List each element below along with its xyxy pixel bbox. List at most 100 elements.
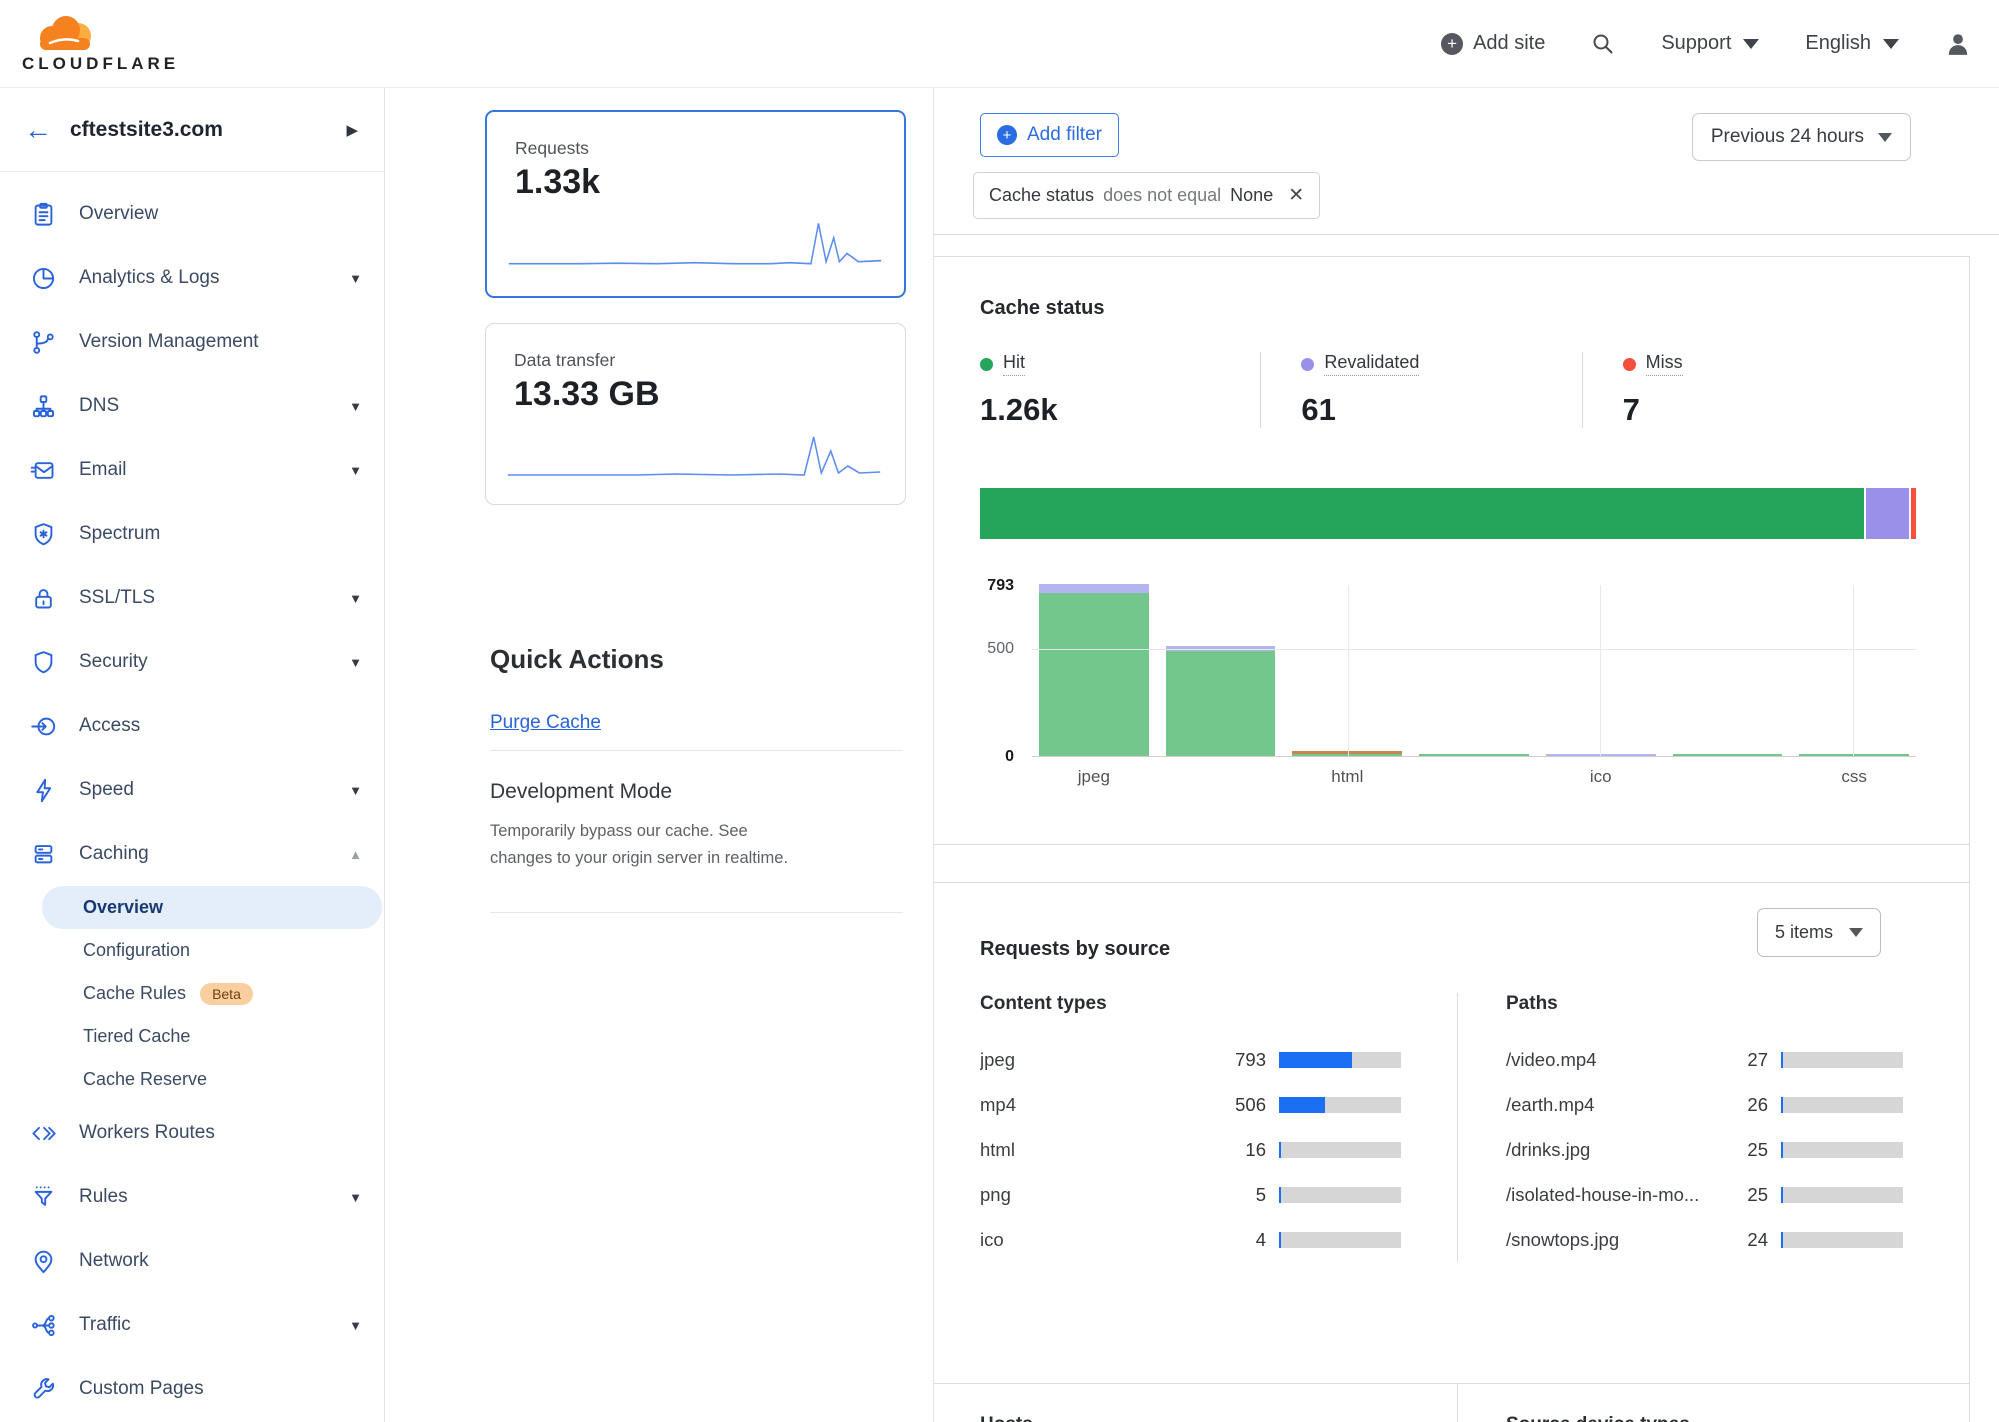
- table-row[interactable]: /video.mp427: [1506, 1037, 1903, 1082]
- bar-css[interactable]: [1799, 754, 1909, 757]
- gridline-vertical: [1600, 585, 1601, 756]
- sidebar-subitem-configuration[interactable]: Configuration: [0, 929, 384, 972]
- chevron-right-icon[interactable]: ▶: [346, 121, 358, 139]
- table-row[interactable]: jpeg793: [980, 1037, 1401, 1082]
- table-row[interactable]: ico4: [980, 1217, 1401, 1262]
- traffic-icon: [30, 1312, 57, 1339]
- clipboard-icon: [30, 201, 57, 228]
- chevron-down-icon: [1743, 39, 1759, 49]
- stacked-segment-revalidated: [1866, 488, 1909, 539]
- language-menu[interactable]: English: [1805, 32, 1899, 55]
- sidebar-item-spectrum[interactable]: Spectrum: [0, 502, 384, 566]
- table-row[interactable]: png5: [980, 1172, 1401, 1217]
- add-filter-button[interactable]: + Add filter: [980, 113, 1119, 157]
- items-count-dropdown[interactable]: 5 items: [1757, 908, 1881, 957]
- dns-icon: [30, 393, 57, 420]
- table-row[interactable]: html16: [980, 1127, 1401, 1172]
- cloudflare-logo[interactable]: CLOUDFLARE: [22, 14, 182, 74]
- table-row[interactable]: /isolated-house-in-mo...25: [1506, 1172, 1903, 1217]
- sidebar-subitem-cache-reserve[interactable]: Cache Reserve: [0, 1058, 384, 1101]
- sidebar-item-dns[interactable]: DNS▼: [0, 374, 384, 438]
- bar-segment-hit: [1166, 651, 1276, 756]
- filter-bar: + Add filter Cache status does not equal…: [934, 88, 1999, 235]
- hit-legend-dot: [980, 358, 993, 371]
- stat-label[interactable]: Hit: [1003, 352, 1025, 376]
- sidebar-item-traffic[interactable]: Traffic▼: [0, 1293, 384, 1357]
- stat-label[interactable]: Miss: [1646, 352, 1683, 376]
- sidebar-subitem-cache-rules[interactable]: Cache RulesBeta: [0, 972, 384, 1015]
- sidebar-item-label: Caching: [79, 843, 349, 865]
- requests-by-source-title: Requests by source: [980, 938, 1170, 961]
- revalidated-legend-dot: [1301, 358, 1314, 371]
- sidebar-item-custom-pages[interactable]: Custom Pages: [0, 1357, 384, 1421]
- caching-icon: [30, 841, 57, 868]
- requests-by-source-card: Requests by source 5 items Content types…: [934, 882, 1969, 1422]
- sidebar-item-workers-routes[interactable]: Workers Routes: [0, 1101, 384, 1165]
- network-icon: [30, 1248, 57, 1275]
- speed-icon: [30, 777, 57, 804]
- filter-chip-cache-status[interactable]: Cache status does not equal None ✕: [973, 172, 1320, 219]
- data-transfer-card-value: 13.33 GB: [514, 375, 905, 414]
- sidebar-subitem-tiered-cache[interactable]: Tiered Cache: [0, 1015, 384, 1058]
- back-arrow-icon[interactable]: ←: [24, 114, 52, 146]
- row-label: jpeg: [980, 1049, 1202, 1071]
- chevron-down-icon: ▼: [349, 271, 362, 286]
- search-icon[interactable]: [1591, 32, 1615, 56]
- sidebar-item-network[interactable]: Network: [0, 1229, 384, 1293]
- sidebar-item-ssl-tls[interactable]: SSL/TLS▼: [0, 566, 384, 630]
- cache-status-title: Cache status: [980, 297, 1105, 320]
- sidebar-item-rules[interactable]: Rules▼: [0, 1165, 384, 1229]
- requests-card-title: Requests: [515, 138, 904, 159]
- sidebar-item-overview[interactable]: Overview: [0, 182, 384, 246]
- time-range-dropdown[interactable]: Previous 24 hours: [1692, 113, 1911, 161]
- sidebar-item-label: Version Management: [79, 331, 362, 353]
- stat-label[interactable]: Revalidated: [1324, 352, 1419, 376]
- table-row[interactable]: mp4506: [980, 1082, 1401, 1127]
- paths-title: Paths: [1506, 993, 1903, 1015]
- plus-circle-icon: +: [1441, 33, 1463, 55]
- cache-status-card: Cache status Hit1.26kRevalidated61Miss7 …: [934, 257, 1969, 845]
- sidebar-item-caching[interactable]: Caching▲: [0, 822, 384, 886]
- table-row[interactable]: /drinks.jpg25: [1506, 1127, 1903, 1172]
- bar-png[interactable]: [1419, 754, 1529, 757]
- sidebar-item-email[interactable]: Email▼: [0, 438, 384, 502]
- user-avatar-icon[interactable]: [1945, 31, 1971, 57]
- support-menu[interactable]: Support: [1661, 32, 1759, 55]
- x-tick-label: [1166, 767, 1276, 787]
- bar-mp4[interactable]: [1166, 646, 1276, 756]
- shield-icon: [30, 649, 57, 676]
- remove-filter-icon[interactable]: ✕: [1288, 184, 1304, 207]
- add-site-button[interactable]: + Add site: [1441, 32, 1545, 55]
- gridline-vertical: [1853, 585, 1854, 756]
- sidebar-item-security[interactable]: Security▼: [0, 630, 384, 694]
- table-row[interactable]: /earth.mp426: [1506, 1082, 1903, 1127]
- row-label: /video.mp4: [1506, 1049, 1704, 1071]
- sidebar-item-speed[interactable]: Speed▼: [0, 758, 384, 822]
- sidebar-item-access[interactable]: Access: [0, 694, 384, 758]
- sidebar-item-label: Security: [79, 651, 349, 673]
- sidebar-subitem-overview[interactable]: Overview: [42, 886, 382, 929]
- chevron-down-icon: ▼: [349, 655, 362, 670]
- row-bar: [1781, 1187, 1903, 1203]
- source-device-types-section: Source device types Desktop1.33k: [1457, 1384, 1969, 1422]
- cache-status-bar-chart: 7935000 jpeghtmlicocss: [980, 575, 1916, 790]
- sidebar: ← cftestsite3.com ▶ OverviewAnalytics & …: [0, 88, 385, 1422]
- sidebar-item-analytics-logs[interactable]: Analytics & Logs▼: [0, 246, 384, 310]
- header-actions: + Add site Support English: [1441, 31, 1971, 57]
- row-bar: [1279, 1232, 1401, 1248]
- purge-cache-link[interactable]: Purge Cache: [490, 712, 601, 734]
- sidebar-item-label: DNS: [79, 395, 349, 417]
- access-icon: [30, 713, 57, 740]
- bar-other[interactable]: [1673, 754, 1783, 757]
- sidebar-subitem-label: Configuration: [83, 940, 190, 961]
- row-value: 25: [1704, 1184, 1768, 1206]
- requests-card[interactable]: Requests 1.33k: [485, 110, 906, 298]
- data-transfer-card[interactable]: Data transfer 13.33 GB: [485, 323, 906, 505]
- table-row[interactable]: /snowtops.jpg24: [1506, 1217, 1903, 1262]
- chevron-down-icon: ▼: [349, 463, 362, 478]
- sidebar-item-version-management[interactable]: Version Management: [0, 310, 384, 374]
- chevron-up-icon: ▲: [349, 847, 362, 862]
- lock-icon: [30, 585, 57, 612]
- pie-icon: [30, 265, 57, 292]
- bar-jpeg[interactable]: [1039, 584, 1149, 756]
